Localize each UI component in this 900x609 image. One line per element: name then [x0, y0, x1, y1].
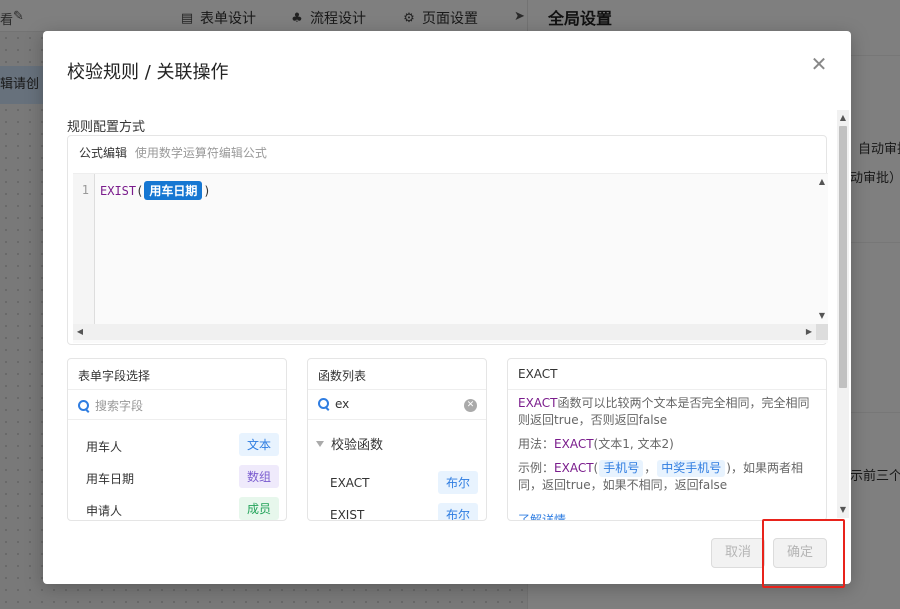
- rule-dialog: 校验规则 / 关联操作 ✕ ▲ ▼ 规则配置方式 公式编辑 使用数学运算符编辑公…: [43, 31, 851, 584]
- function-description: EXACT函数可以比较两个文本是否完全相同，完全相同则返回true，否则返回fa…: [518, 396, 810, 427]
- example-field-chip: 中奖手机号: [657, 460, 726, 477]
- fields-panel: 表单字段选择 搜索字段 用车人 文本 用车日期 数组 申请人 成员: [67, 358, 287, 521]
- field-item[interactable]: 用车日期: [86, 470, 134, 487]
- formula-card: 公式编辑 使用数学运算符编辑公式 1 EXIST ( 用车日期 ) ▲ ▼ ◀ …: [67, 135, 828, 345]
- scrollbar-thumb[interactable]: [839, 126, 847, 388]
- scroll-left-icon[interactable]: ◀: [75, 326, 85, 338]
- search-value: ex: [335, 397, 350, 411]
- editor-gutter: 1: [73, 174, 95, 324]
- line-number: 1: [81, 183, 89, 197]
- editor-vscroll[interactable]: ▲ ▼: [816, 174, 828, 324]
- close-icon[interactable]: ✕: [807, 53, 831, 77]
- function-search-input[interactable]: ex: [318, 397, 349, 411]
- close-paren: ): [203, 183, 211, 198]
- function-token: EXIST: [100, 183, 137, 198]
- type-tag: 布尔: [438, 471, 479, 494]
- search-placeholder: 搜索字段: [95, 399, 144, 413]
- formula-header: 公式编辑 使用数学运算符编辑公式: [79, 144, 267, 161]
- search-icon: [318, 398, 330, 410]
- type-tag: 文本: [239, 433, 280, 456]
- scroll-up-icon[interactable]: ▲: [816, 176, 828, 188]
- field-search-input[interactable]: 搜索字段: [78, 397, 143, 414]
- learn-more-link[interactable]: 了解详情: [518, 511, 566, 520]
- functions-panel: 函数列表 ex ✕ 校验函数 EXACT 布尔 EXIST 布尔: [307, 358, 487, 521]
- search-icon: [78, 399, 90, 412]
- scroll-down-icon[interactable]: ▼: [816, 310, 828, 322]
- caret-down-icon: [316, 440, 324, 447]
- scroll-right-icon[interactable]: ▶: [804, 326, 814, 338]
- formula-editor[interactable]: 1 EXIST ( 用车日期 ) ▲ ▼ ◀ ▶: [73, 173, 828, 343]
- scroll-up-icon[interactable]: ▲: [837, 112, 849, 124]
- detail-title: EXACT: [518, 367, 558, 381]
- function-item[interactable]: EXACT: [330, 476, 370, 490]
- dialog-title: 校验规则 / 关联操作: [67, 62, 229, 83]
- type-tag: 布尔: [438, 503, 479, 520]
- field-item[interactable]: 申请人: [86, 502, 122, 519]
- editor-hscroll[interactable]: ◀ ▶: [73, 324, 816, 340]
- type-tag: 成员: [239, 497, 280, 520]
- formula-hint: 使用数学运算符编辑公式: [134, 146, 267, 160]
- cancel-button[interactable]: 取消: [711, 538, 765, 568]
- function-usage: 用法：EXACT(文本1, 文本2): [518, 437, 674, 451]
- scroll-down-icon[interactable]: ▼: [837, 504, 849, 516]
- highlight-annotation: [762, 519, 845, 588]
- fields-panel-title: 表单字段选择: [78, 369, 151, 383]
- group-label: 校验函数: [331, 438, 384, 453]
- field-item[interactable]: 用车人: [86, 438, 122, 455]
- scroll-corner: [816, 324, 828, 340]
- function-example: 示例：EXACT(手机号，中奖手机号)，如果两者相同，返回true，如果不相同，…: [518, 460, 803, 492]
- divider: [508, 389, 826, 390]
- divider: [308, 389, 486, 390]
- divider: [308, 419, 486, 420]
- field-chip[interactable]: 用车日期: [144, 181, 203, 200]
- functions-panel-title: 函数列表: [318, 369, 367, 383]
- clear-icon[interactable]: ✕: [464, 399, 477, 412]
- open-paren: (: [136, 183, 144, 198]
- type-tag: 数组: [239, 465, 280, 488]
- formula-code[interactable]: EXIST ( 用车日期 ): [100, 181, 211, 200]
- formula-label: 公式编辑: [79, 146, 128, 160]
- function-item[interactable]: EXIST: [330, 508, 364, 520]
- dialog-scrollbar[interactable]: ▲ ▼: [837, 110, 849, 518]
- function-group[interactable]: 校验函数: [316, 434, 383, 453]
- divider: [68, 419, 286, 420]
- example-field-chip: 手机号: [599, 460, 644, 477]
- function-detail-panel: EXACT EXACT函数可以比较两个文本是否完全相同，完全相同则返回true，…: [507, 358, 827, 521]
- section-label: 规则配置方式: [67, 120, 146, 135]
- divider: [68, 389, 286, 390]
